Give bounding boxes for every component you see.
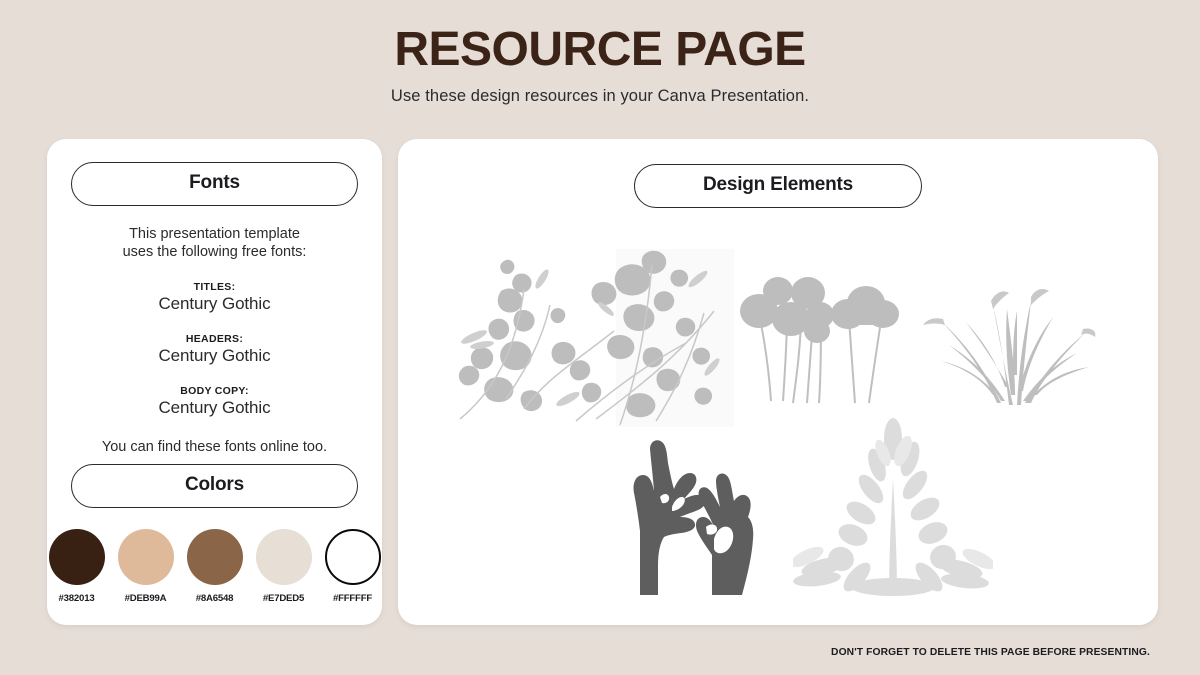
fonts-outro: You can find these fonts online too. xyxy=(101,438,328,455)
font-role-label: HEADERS: xyxy=(185,332,244,345)
page-title: RESOURCE PAGE xyxy=(394,23,806,76)
color-swatch-dot xyxy=(186,529,243,585)
color-swatch-row: #382013 #DEB99A #8A6548 #E7DED5 #FFFFFF xyxy=(47,529,382,604)
font-role-label: BODY COPY: xyxy=(180,384,249,397)
font-name-value: Century Gothic xyxy=(158,397,271,417)
fonts-section-heading: Fonts xyxy=(71,162,358,206)
delete-page-reminder: DON'T FORGET TO DELETE THIS PAGE BEFORE … xyxy=(831,647,1150,658)
color-swatch-item[interactable]: #8A6548 xyxy=(186,529,243,604)
font-role-label: TITLES: xyxy=(193,280,236,293)
fonts-and-colors-card: Fonts This presentation template uses th… xyxy=(47,139,382,625)
color-swatch-dot xyxy=(48,529,105,585)
color-hex-label: #E7DED5 xyxy=(262,593,305,604)
page-header: RESOURCE PAGE Use these design resources… xyxy=(0,0,1200,106)
colors-section-heading: Colors xyxy=(71,464,358,508)
font-group-titles: TITLES: Century Gothic xyxy=(73,281,356,314)
font-group-headers: HEADERS: Century Gothic xyxy=(73,333,356,366)
color-swatch-item[interactable]: #DEB99A xyxy=(117,529,174,604)
color-swatch-dot xyxy=(117,529,174,585)
design-elements-gallery xyxy=(398,239,1158,615)
design-elements-card: Design Elements xyxy=(398,139,1158,625)
hands-silhouette-image[interactable] xyxy=(610,439,770,597)
fonts-intro-line-2: uses the following free fonts: xyxy=(122,243,307,260)
cards-container: Fonts This presentation template uses th… xyxy=(47,139,1158,625)
color-hex-label: #DEB99A xyxy=(124,593,167,604)
color-swatch-dot xyxy=(255,529,312,585)
page-subtitle: Use these design resources in your Canva… xyxy=(390,86,810,105)
color-swatch-dot xyxy=(324,529,381,585)
color-hex-label: #8A6548 xyxy=(195,593,234,604)
font-group-body-copy: BODY COPY: Century Gothic xyxy=(73,385,356,418)
color-hex-label: #FFFFFF xyxy=(332,593,373,604)
fonts-body: This presentation template uses the foll… xyxy=(47,226,382,455)
leaf-branch-shadow-image[interactable] xyxy=(446,249,734,427)
colors-section: Colors #382013 #DEB99A #8A6548 #E7DED5 #… xyxy=(47,464,382,604)
olive-branch-shadow-image[interactable] xyxy=(793,417,993,597)
font-name-value: Century Gothic xyxy=(158,293,271,313)
design-elements-heading: Design Elements xyxy=(634,164,922,208)
color-swatch-item[interactable]: #382013 xyxy=(48,529,105,604)
fonts-intro-line-1: This presentation template xyxy=(129,226,300,242)
grass-blades-shadow-image[interactable] xyxy=(913,275,1097,407)
fonts-intro: This presentation template uses the foll… xyxy=(73,226,356,262)
color-hex-label: #382013 xyxy=(58,593,95,604)
font-name-value: Century Gothic xyxy=(158,345,271,365)
billy-button-flowers-shadow-image[interactable] xyxy=(735,273,915,408)
color-swatch-item[interactable]: #E7DED5 xyxy=(255,529,312,604)
color-swatch-item[interactable]: #FFFFFF xyxy=(324,529,381,604)
